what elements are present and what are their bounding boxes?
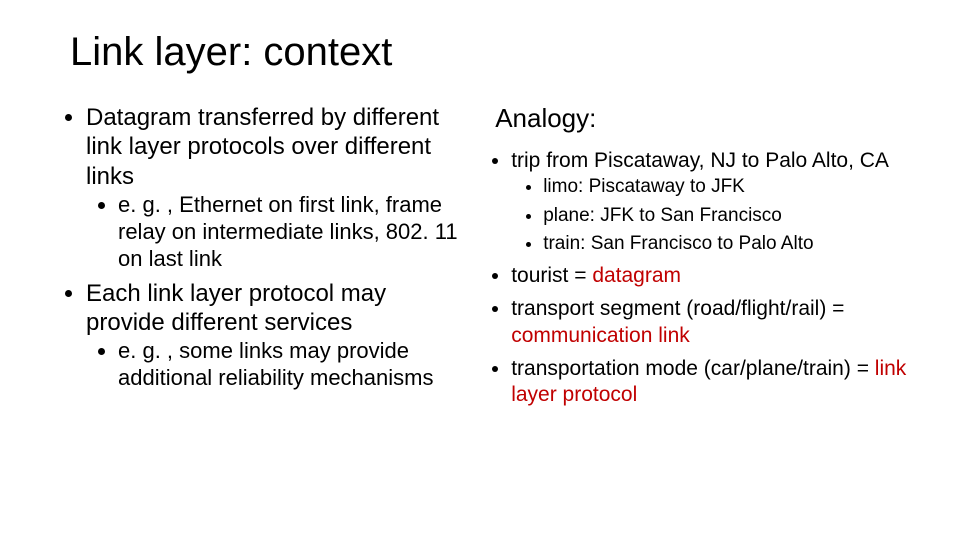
bullet-text: transport segment (road/flight/rail) = [511, 297, 844, 320]
analogy-heading: Analogy: [495, 103, 920, 134]
list-item: transport segment (road/flight/rail) = c… [511, 296, 920, 350]
bullet-text: tourist = [511, 264, 592, 287]
list-item: plane: JFK to San Francisco [543, 204, 920, 229]
bullet-text: Datagram transferred by different link l… [86, 104, 439, 190]
right-column: Analogy: trip from Piscataway, NJ to Pal… [495, 103, 920, 415]
list-item: Datagram transferred by different link l… [86, 103, 465, 273]
highlight-text: communication link [511, 324, 690, 347]
bullet-text: transportation mode (car/plane/train) = [511, 357, 875, 380]
list-item: tourist = datagram [511, 263, 920, 290]
list-item: Each link layer protocol may provide dif… [86, 279, 465, 392]
bullet-text: Each link layer protocol may provide dif… [86, 280, 386, 336]
columns: Datagram transferred by different link l… [70, 103, 920, 415]
slide: Link layer: context Datagram transferred… [0, 0, 960, 540]
list-item: trip from Piscataway, NJ to Palo Alto, C… [511, 148, 920, 257]
list-item: limo: Piscataway to JFK [543, 175, 920, 200]
list-item: train: San Francisco to Palo Alto [543, 232, 920, 257]
list-item: e. g. , Ethernet on first link, frame re… [118, 191, 465, 273]
sub-list: e. g. , some links may provide additiona… [86, 337, 465, 392]
left-bullet-list: Datagram transferred by different link l… [70, 103, 465, 392]
bullet-text: trip from Piscataway, NJ to Palo Alto, C… [511, 149, 889, 172]
right-bullet-list: trip from Piscataway, NJ to Palo Alto, C… [495, 148, 920, 409]
left-column: Datagram transferred by different link l… [70, 103, 465, 415]
list-item: e. g. , some links may provide additiona… [118, 337, 465, 392]
sub-list: limo: Piscataway to JFK plane: JFK to Sa… [511, 175, 920, 257]
highlight-text: datagram [592, 264, 681, 287]
sub-list: e. g. , Ethernet on first link, frame re… [86, 191, 465, 273]
slide-title: Link layer: context [70, 30, 920, 75]
list-item: transportation mode (car/plane/train) = … [511, 356, 920, 410]
